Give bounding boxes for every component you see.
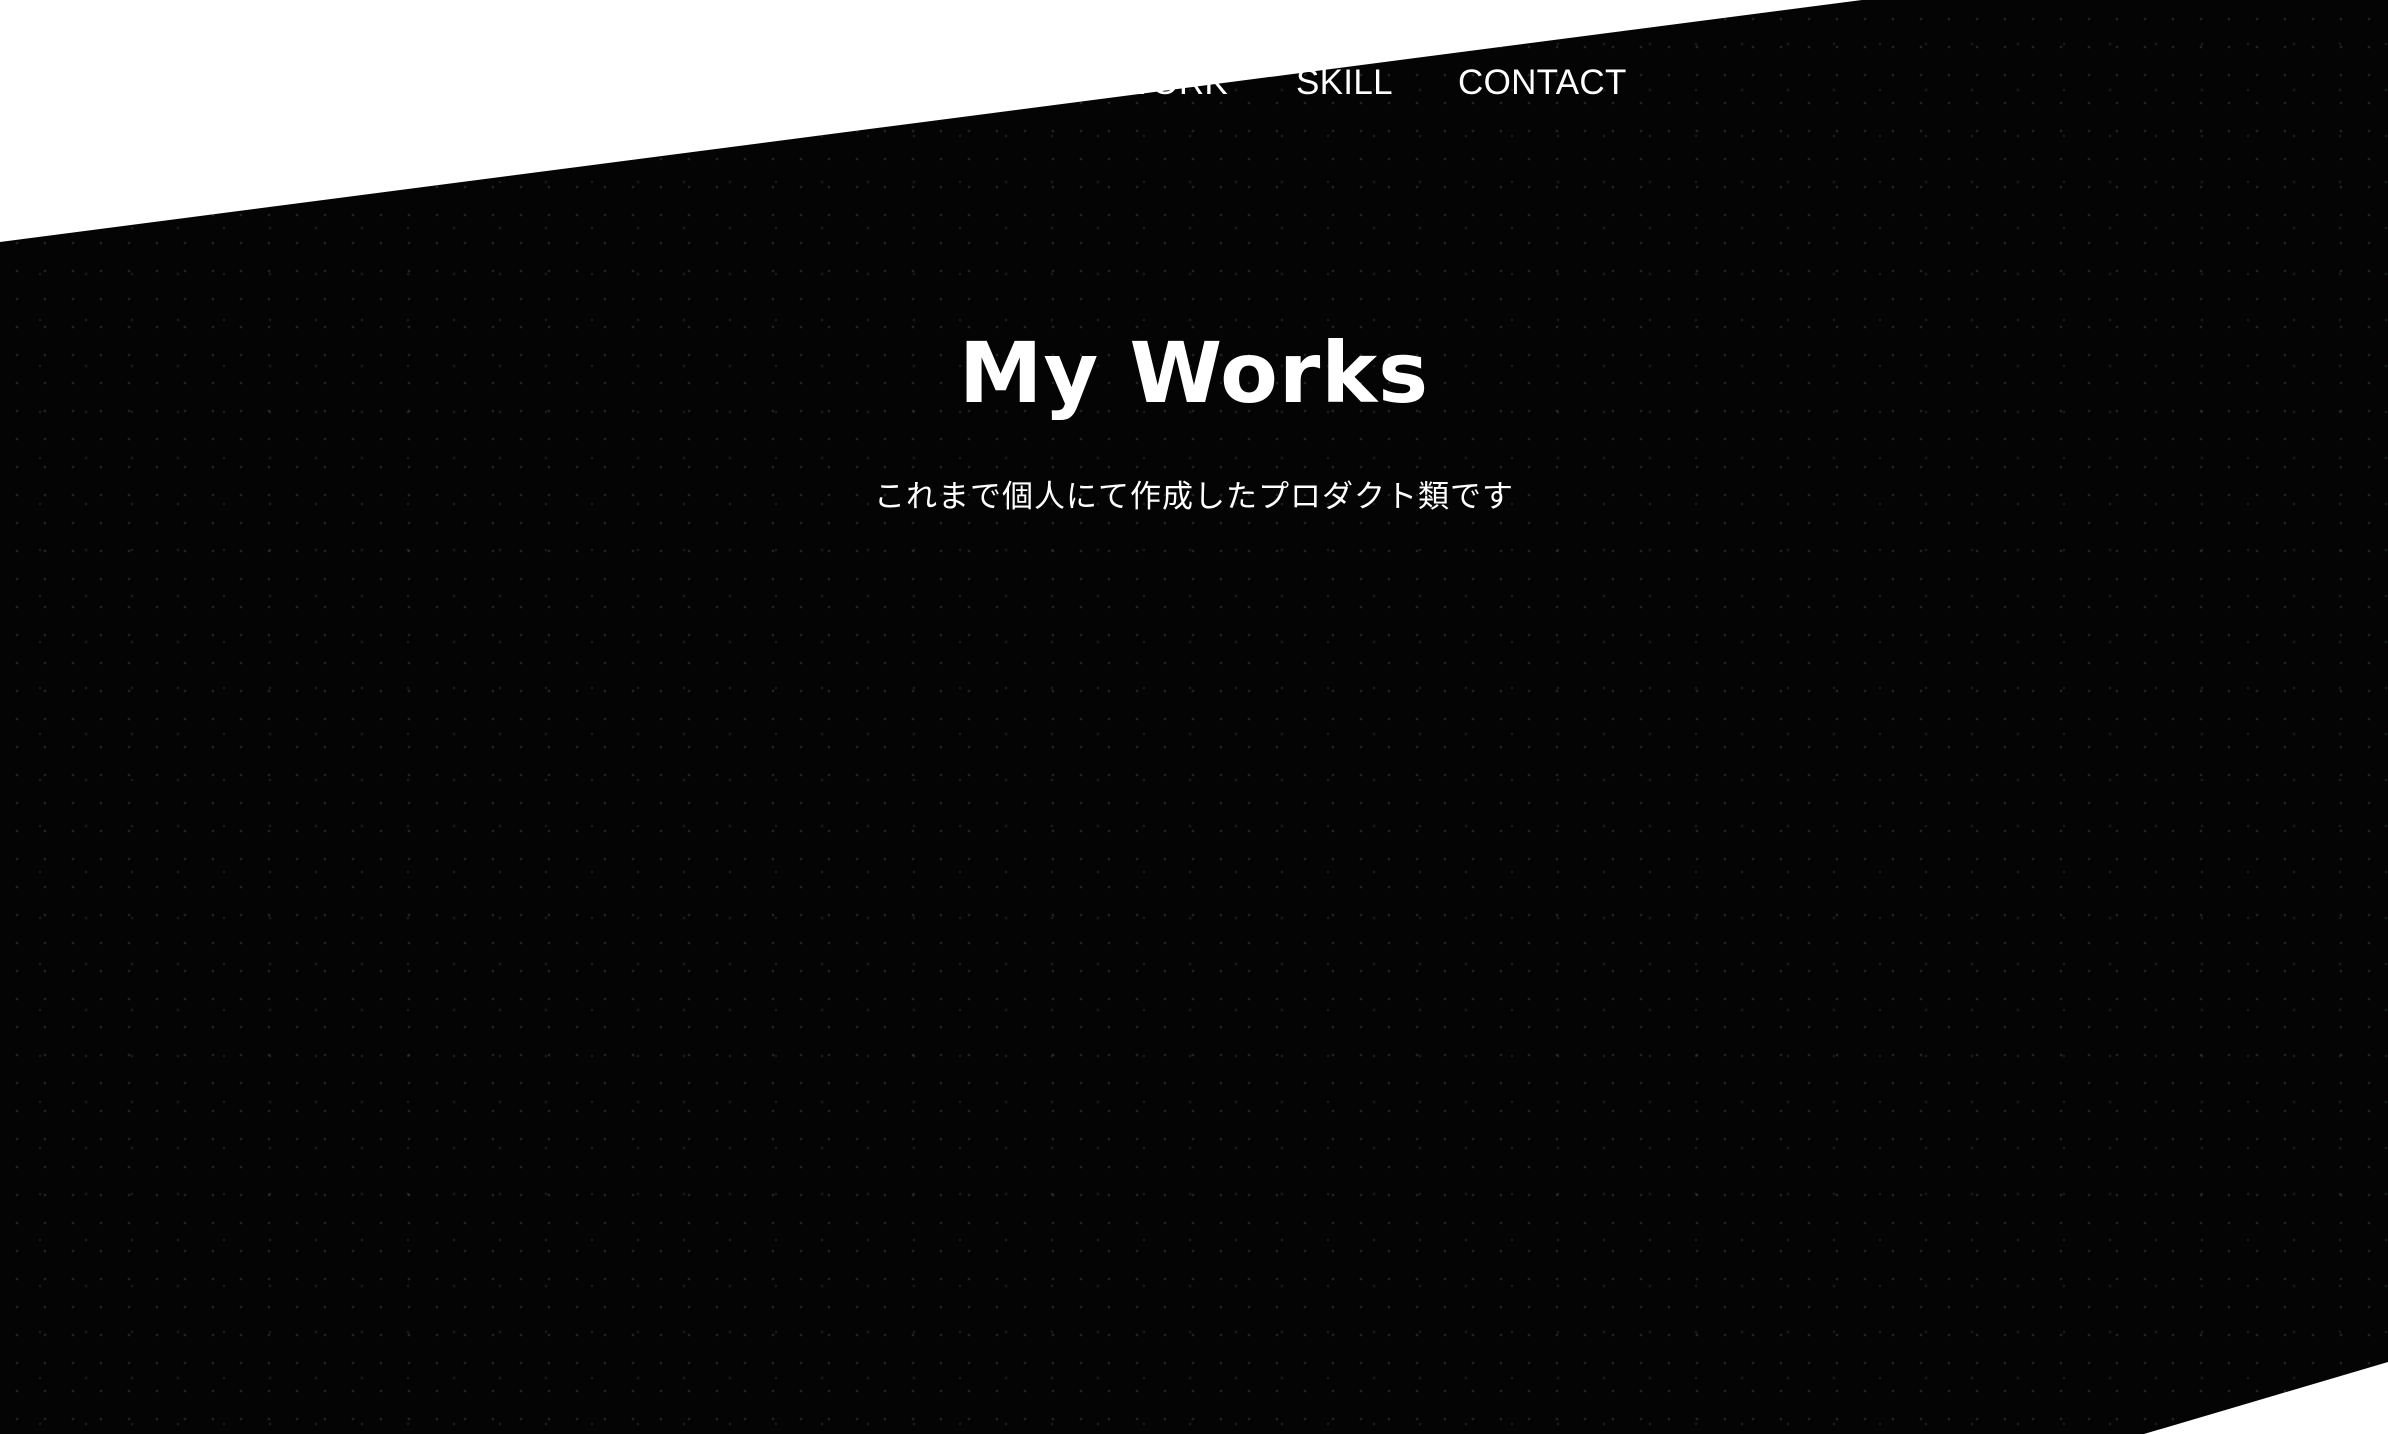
page-title: My Works [958, 324, 1430, 422]
nav-link-skill[interactable]: SKILL [1296, 58, 1393, 108]
nav-link-contact[interactable]: CONTACT [1458, 58, 1627, 108]
page-subtitle: これまで個人にて作成したプロダクト類です [874, 479, 1514, 515]
dark-starfield-background [0, 0, 2388, 1434]
page: WORK SKILL CONTACT My Works これまで個人にて作成した… [0, 0, 2388, 1434]
nav-link-work[interactable]: WORK [1118, 58, 1228, 108]
